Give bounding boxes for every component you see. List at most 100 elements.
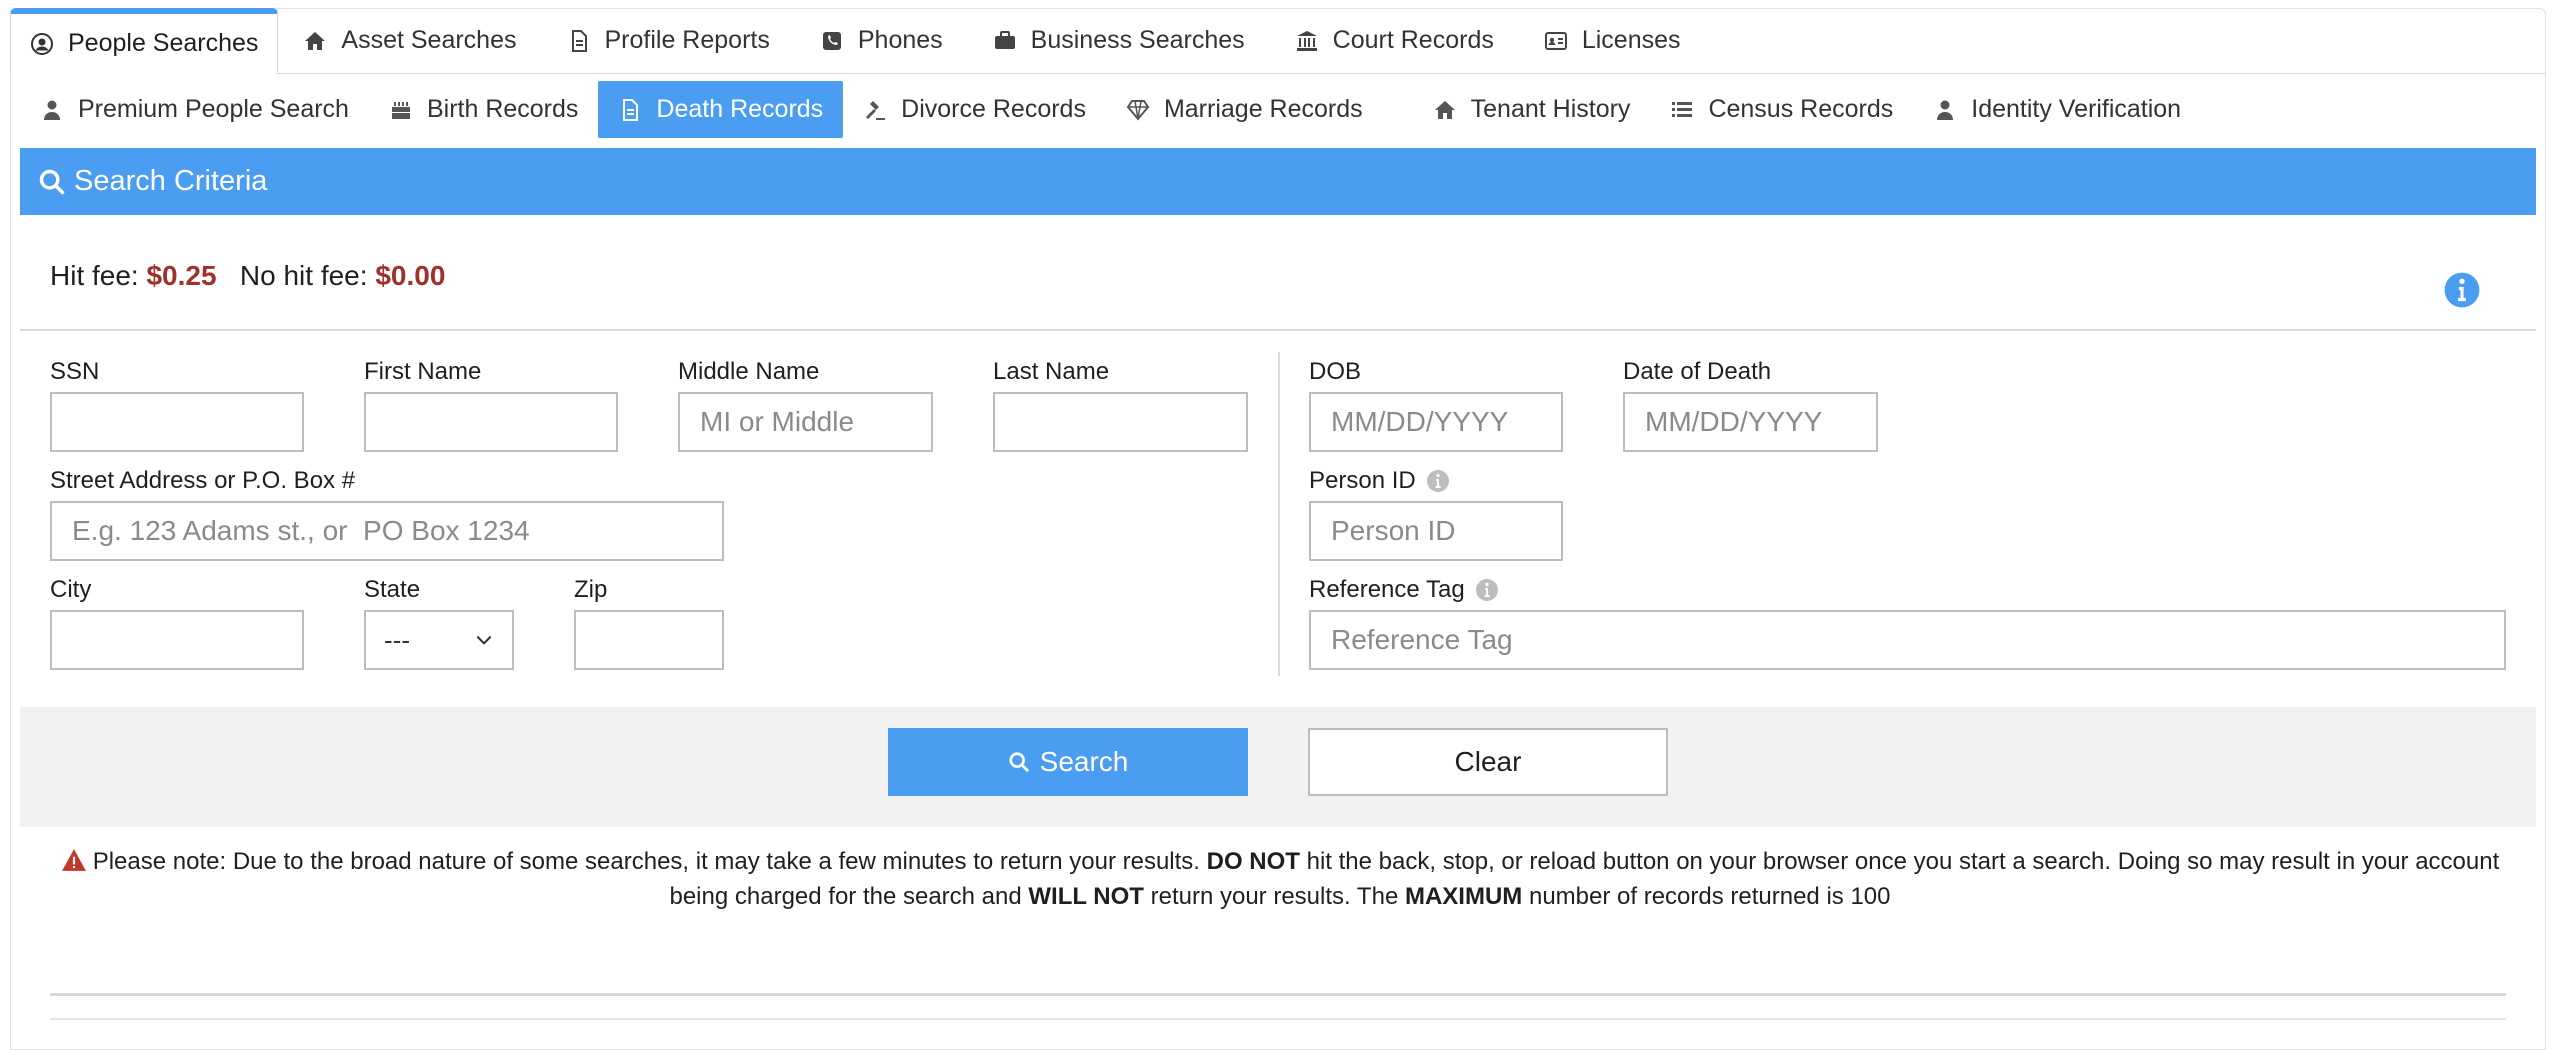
tab-label: Census Records bbox=[1708, 95, 1894, 123]
notice-bold-1: DO NOT bbox=[1206, 848, 1300, 875]
ssn-input[interactable] bbox=[50, 392, 304, 452]
user-icon bbox=[1933, 98, 1957, 122]
city-label: City bbox=[50, 576, 92, 603]
gavel-icon bbox=[863, 98, 887, 122]
notice-text-1: Please note: Due to the broad nature of … bbox=[92, 848, 1200, 875]
reference-tag-input[interactable] bbox=[1309, 610, 2506, 670]
search-criteria-header: Search Criteria bbox=[20, 148, 2536, 215]
tab-label: Asset Searches bbox=[341, 26, 517, 54]
ssn-label: SSN bbox=[50, 358, 100, 385]
results-divider bbox=[50, 1018, 2506, 1020]
street-address-input[interactable] bbox=[50, 501, 724, 561]
hit-fee-value: $0.25 bbox=[146, 260, 217, 291]
tab-census-records[interactable]: Census Records bbox=[1650, 81, 1913, 138]
zip-label: Zip bbox=[574, 576, 608, 603]
dob-label: DOB bbox=[1309, 358, 1362, 385]
clear-button[interactable]: Clear bbox=[1308, 728, 1668, 796]
search-button-label: Search bbox=[1039, 746, 1129, 777]
state-label: State bbox=[364, 576, 421, 603]
tab-premium-people-search[interactable]: Premium People Search bbox=[20, 81, 369, 138]
tab-phones[interactable]: Phones bbox=[795, 8, 968, 73]
zip-input[interactable] bbox=[574, 610, 724, 670]
first-name-input[interactable] bbox=[364, 392, 618, 452]
notice-text-4: number of records returned is 100 bbox=[1528, 883, 1891, 910]
person-id-label-text: Person ID bbox=[1309, 467, 1416, 494]
reference-tag-label-text: Reference Tag bbox=[1309, 576, 1465, 603]
no-hit-fee-label: No hit fee: bbox=[239, 260, 368, 291]
search-icon bbox=[38, 168, 66, 196]
info-icon[interactable] bbox=[1426, 469, 1450, 493]
tab-label: Licenses bbox=[1581, 26, 1681, 54]
first-name-label: First Name bbox=[364, 358, 482, 385]
last-name-label: Last Name bbox=[993, 358, 1110, 385]
action-bar bbox=[20, 707, 2536, 827]
diamond-icon bbox=[1126, 98, 1150, 122]
dob-input[interactable] bbox=[1309, 392, 1563, 452]
tab-marriage-records[interactable]: Marriage Records bbox=[1106, 81, 1383, 138]
tab-label: Court Records bbox=[1332, 26, 1494, 54]
state-select[interactable]: --- bbox=[364, 610, 514, 670]
notice-bold-2: WILL NOT bbox=[1028, 883, 1144, 910]
tab-birth-records[interactable]: Birth Records bbox=[369, 81, 598, 138]
search-button[interactable]: Search bbox=[888, 728, 1248, 796]
results-divider bbox=[50, 993, 2506, 996]
tab-label: Tenant History bbox=[1470, 95, 1631, 123]
tab-label: Profile Reports bbox=[604, 26, 770, 54]
tab-court-records[interactable]: Court Records bbox=[1270, 8, 1519, 73]
state-selected-value: --- bbox=[384, 624, 410, 655]
date-of-death-label: Date of Death bbox=[1623, 358, 1772, 385]
tab-divorce-records[interactable]: Divorce Records bbox=[843, 81, 1106, 138]
search-criteria-title: Search Criteria bbox=[74, 165, 268, 197]
phone-icon bbox=[820, 29, 844, 53]
tab-profile-reports[interactable]: Profile Reports bbox=[542, 8, 795, 73]
tab-asset-searches[interactable]: Asset Searches bbox=[278, 8, 541, 73]
tab-tenant-history[interactable]: Tenant History bbox=[1413, 81, 1651, 138]
top-tab-bar: People Searches Asset Searches Profile R… bbox=[10, 8, 2546, 74]
user-icon bbox=[40, 98, 64, 122]
document-icon bbox=[618, 98, 642, 122]
tab-label: Divorce Records bbox=[901, 95, 1086, 123]
home-icon bbox=[1433, 98, 1457, 122]
tab-identity-verification[interactable]: Identity Verification bbox=[1913, 81, 2201, 138]
tab-licenses[interactable]: Licenses bbox=[1519, 8, 1706, 73]
user-circle-icon bbox=[30, 32, 54, 56]
briefcase-icon bbox=[993, 29, 1017, 53]
document-icon bbox=[567, 29, 591, 53]
middle-name-input[interactable] bbox=[678, 392, 933, 452]
tab-label: Phones bbox=[857, 26, 943, 54]
no-hit-fee-value: $0.00 bbox=[375, 260, 446, 291]
person-id-input[interactable] bbox=[1309, 501, 1563, 561]
search-icon bbox=[1009, 752, 1029, 772]
tab-label: Premium People Search bbox=[78, 95, 349, 123]
id-card-icon bbox=[1544, 29, 1568, 53]
birthday-cake-icon bbox=[389, 98, 413, 122]
clear-button-label: Clear bbox=[1454, 746, 1522, 777]
street-address-label: Street Address or P.O. Box # bbox=[50, 467, 356, 494]
chevron-down-icon bbox=[476, 635, 492, 645]
date-of-death-input[interactable] bbox=[1623, 392, 1878, 452]
reference-tag-label: Reference Tag bbox=[1309, 576, 1499, 604]
tab-label: People Searches bbox=[68, 29, 259, 57]
person-id-label: Person ID bbox=[1309, 467, 1450, 495]
tab-death-records[interactable]: Death Records bbox=[598, 81, 844, 138]
fee-info: Hit fee: $0.25 No hit fee: $0.00 bbox=[50, 260, 445, 292]
tab-label: Identity Verification bbox=[1971, 95, 2182, 123]
info-icon[interactable] bbox=[2443, 271, 2481, 309]
last-name-input[interactable] bbox=[993, 392, 1248, 452]
middle-name-label: Middle Name bbox=[678, 358, 820, 385]
city-input[interactable] bbox=[50, 610, 304, 670]
tab-label: Business Searches bbox=[1030, 26, 1245, 54]
list-icon bbox=[1670, 98, 1694, 122]
section-divider bbox=[20, 329, 2536, 331]
notice-bold-3: MAXIMUM bbox=[1404, 883, 1523, 910]
info-icon[interactable] bbox=[1475, 578, 1499, 602]
tab-people-searches[interactable]: People Searches bbox=[10, 8, 279, 74]
notice-text-3: return your results. The bbox=[1150, 883, 1399, 910]
search-notice: Please note: Due to the broad nature of … bbox=[60, 844, 2500, 914]
tab-business-searches[interactable]: Business Searches bbox=[968, 8, 1270, 73]
warning-icon bbox=[61, 849, 86, 871]
sub-tab-bar: Premium People Search Birth Records Deat… bbox=[20, 81, 2201, 138]
tab-label: Death Records bbox=[656, 95, 824, 123]
courthouse-icon bbox=[1295, 29, 1319, 53]
tab-label: Birth Records bbox=[426, 95, 579, 123]
